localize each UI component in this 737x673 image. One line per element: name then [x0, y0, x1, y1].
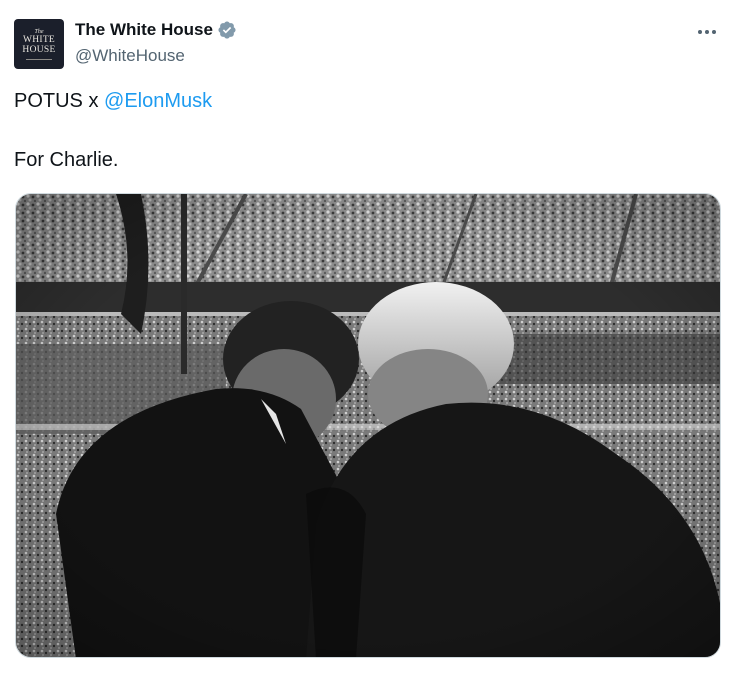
tweet-card[interactable]: The WHITE HOUSE The White House @WhiteHo…	[0, 0, 737, 673]
avatar[interactable]: The WHITE HOUSE	[14, 19, 64, 69]
verified-badge-icon	[218, 21, 236, 39]
avatar-divider	[26, 58, 52, 60]
more-icon[interactable]	[695, 20, 719, 44]
tweet-text-prefix: POTUS x	[14, 90, 105, 112]
more-horizontal-icon	[698, 30, 716, 34]
tweet-photo[interactable]	[15, 193, 721, 658]
tweet-text-line1: POTUS x @ElonMusk	[14, 90, 212, 113]
tweet-text-line2: For Charlie.	[14, 149, 119, 171]
avatar-text-line2: HOUSE	[22, 45, 56, 55]
display-name[interactable]: The White House	[75, 20, 213, 40]
author-name-row[interactable]: The White House	[75, 20, 237, 40]
handle[interactable]: @WhiteHouse	[75, 46, 185, 66]
photo-illustration	[16, 194, 720, 657]
mention-link[interactable]: @ElonMusk	[104, 90, 212, 112]
avatar-text-line1: WHITE	[22, 34, 56, 45]
avatar-text-small: The	[34, 28, 44, 35]
